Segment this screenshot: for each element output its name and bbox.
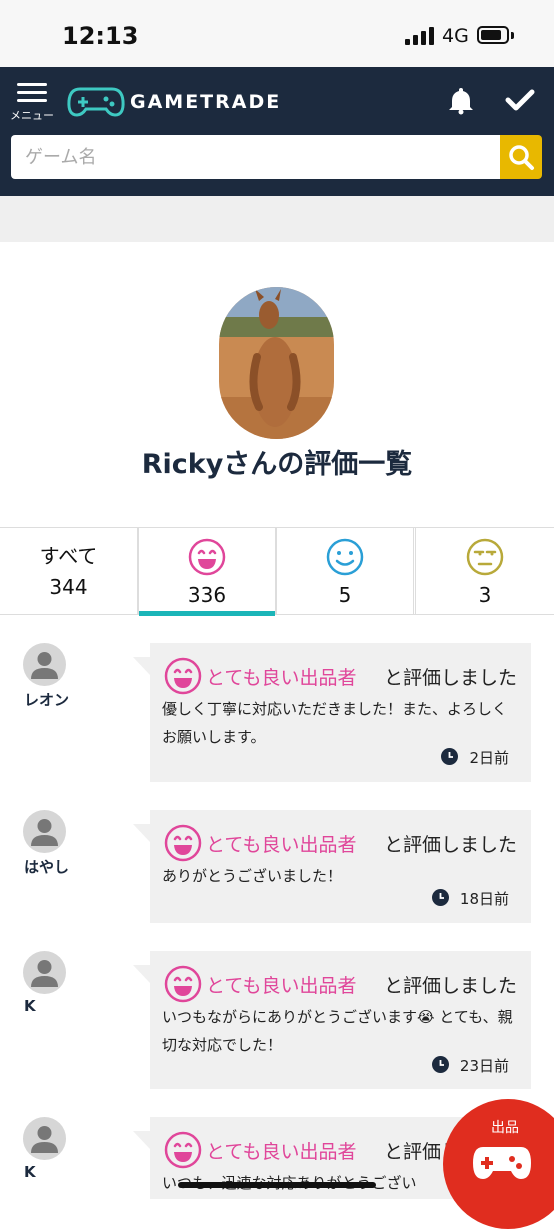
very-good-face-icon bbox=[164, 1131, 202, 1169]
avatar[interactable] bbox=[23, 951, 66, 994]
user-icon bbox=[31, 960, 58, 987]
profile-avatar bbox=[219, 287, 334, 439]
tab-all[interactable]: すべて 344 bbox=[0, 528, 138, 615]
tab-all-count: 344 bbox=[49, 575, 88, 599]
review-bubble: とても良い出品者 と評価しました いつもながらにありがとうございます😭 とても、… bbox=[133, 951, 531, 1089]
search-input[interactable] bbox=[11, 135, 500, 179]
very-good-face-icon bbox=[164, 657, 202, 695]
clock-icon bbox=[441, 748, 459, 765]
tab-very-good[interactable]: 336 bbox=[138, 528, 276, 616]
brand-name: GAMETRADE bbox=[130, 91, 282, 113]
review-bubble: とても良い出品者 と評価しました 優しく丁寧に対応いただきました！また、よろしく… bbox=[133, 643, 531, 782]
tab-bad[interactable]: 3 bbox=[415, 528, 554, 615]
user-icon bbox=[31, 819, 58, 846]
tab-good[interactable]: 5 bbox=[276, 528, 414, 615]
review-comment: ありがとうございました！ bbox=[162, 867, 343, 885]
very-good-face-icon bbox=[188, 538, 226, 576]
user-icon bbox=[31, 1126, 58, 1153]
controller-icon bbox=[473, 1147, 531, 1179]
notification-bell-icon[interactable] bbox=[446, 85, 476, 115]
checkmark-icon[interactable] bbox=[505, 85, 535, 115]
search-button[interactable] bbox=[500, 135, 542, 179]
rating-label: とても良い出品者 bbox=[206, 834, 357, 856]
search-bar bbox=[11, 135, 542, 179]
reviewer-name[interactable]: K bbox=[24, 1163, 36, 1181]
menu-button[interactable]: メニュー bbox=[10, 81, 58, 123]
tab-bad-count: 3 bbox=[478, 583, 492, 607]
review-time: 18日前 bbox=[431, 888, 509, 908]
avatar[interactable] bbox=[23, 1117, 66, 1160]
user-icon bbox=[31, 652, 58, 679]
home-indicator bbox=[178, 1182, 376, 1188]
bad-face-icon bbox=[466, 538, 504, 576]
rating-suffix: と評価しました bbox=[384, 975, 518, 997]
rating-label: とても良い出品者 bbox=[206, 1141, 357, 1163]
rating-filter-tabs: すべて 344 336 5 3 bbox=[0, 527, 554, 616]
controller-logo-icon bbox=[67, 87, 125, 117]
clock-icon bbox=[431, 1056, 449, 1073]
rating-label: とても良い出品者 bbox=[206, 975, 357, 997]
review-comment: 優しく丁寧に対応いただきました！また、よろしくお願いします。 bbox=[162, 700, 508, 746]
hamburger-icon bbox=[17, 83, 47, 86]
review-bubble: とても良い出品者 と評価しました ありがとうございました！ 18日前 bbox=[133, 810, 531, 923]
tab-good-count: 5 bbox=[338, 583, 352, 607]
good-face-icon bbox=[326, 538, 364, 576]
page-title: Rickyさんの評価一覧 bbox=[141, 449, 413, 480]
review-comment: いつもながらにありがとうございます😭 とても、親切な対応でした！ bbox=[162, 1008, 513, 1054]
search-icon bbox=[509, 145, 534, 170]
status-bar: 12:13 4G bbox=[0, 0, 554, 67]
very-good-face-icon bbox=[164, 824, 202, 862]
status-time: 12:13 bbox=[62, 22, 139, 50]
signal-icon bbox=[405, 27, 435, 45]
active-tab-indicator bbox=[139, 611, 275, 616]
rating-label: とても良い出品者 bbox=[206, 667, 357, 689]
reviewer-name[interactable]: はやし bbox=[24, 856, 69, 877]
brand-logo[interactable]: GAMETRADE bbox=[66, 85, 296, 119]
spacer bbox=[0, 196, 554, 242]
sell-button[interactable]: 出品 bbox=[443, 1099, 554, 1229]
review-time: 2日前 bbox=[441, 747, 509, 767]
avatar[interactable] bbox=[23, 810, 66, 853]
tab-all-label: すべて bbox=[39, 544, 98, 568]
sell-label: 出品 bbox=[491, 1120, 519, 1136]
network-type: 4G bbox=[442, 25, 469, 47]
very-good-face-icon bbox=[164, 965, 202, 1003]
reviewer-name[interactable]: K bbox=[24, 997, 36, 1015]
review-time: 23日前 bbox=[431, 1055, 509, 1075]
reviewer-name[interactable]: レオン bbox=[24, 689, 69, 710]
rating-suffix: と評価しました bbox=[384, 834, 518, 856]
tab-very-good-count: 336 bbox=[187, 583, 227, 607]
rating-suffix: と評価しました bbox=[384, 667, 518, 689]
clock-icon bbox=[431, 889, 449, 906]
battery-icon bbox=[477, 26, 509, 44]
avatar[interactable] bbox=[23, 643, 66, 686]
menu-label: メニュー bbox=[10, 109, 54, 122]
